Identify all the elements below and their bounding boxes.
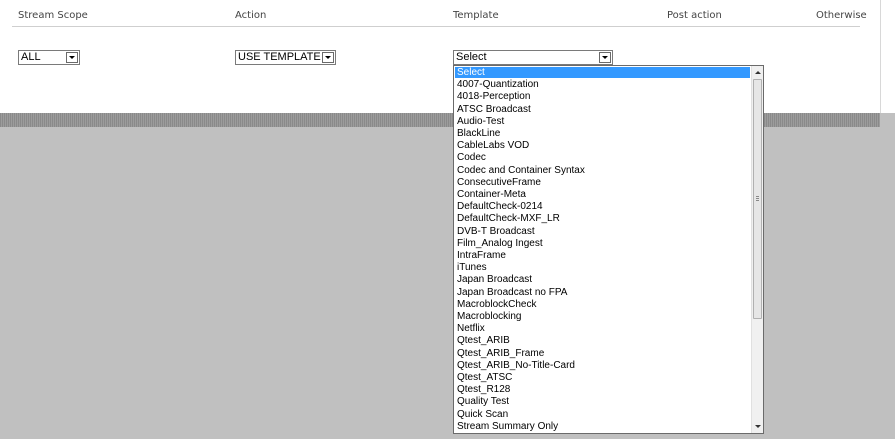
scrollbar-thumb[interactable]	[753, 79, 762, 319]
template-option[interactable]: Quality Test	[455, 396, 750, 407]
template-option[interactable]: Qtest_ARIB	[455, 335, 750, 346]
chevron-down-icon[interactable]	[322, 52, 334, 63]
template-option[interactable]: Quick Scan	[455, 409, 750, 420]
template-option[interactable]: Codec and Container Syntax	[455, 165, 750, 176]
header-post-action: Post action	[667, 10, 722, 21]
template-option[interactable]: 4007-Quantization	[455, 79, 750, 90]
action-select[interactable]: USE TEMPLATE	[235, 50, 336, 65]
chevron-down-icon[interactable]	[599, 52, 611, 63]
stream-scope-value: ALL	[21, 51, 41, 63]
template-option[interactable]: MacroblockCheck	[455, 299, 750, 310]
template-select[interactable]: Select	[453, 50, 613, 65]
stream-scope-select[interactable]: ALL	[18, 50, 80, 65]
template-option[interactable]: Container-Meta	[455, 189, 750, 200]
header-action: Action	[235, 10, 267, 21]
template-option[interactable]: ATSC Broadcast	[455, 104, 750, 115]
template-option[interactable]: IntraFrame	[455, 250, 750, 261]
template-option[interactable]: Japan Broadcast no FPA	[455, 287, 750, 298]
template-option[interactable]: BlackLine	[455, 128, 750, 139]
header-stream-scope: Stream Scope	[18, 10, 88, 21]
template-option[interactable]: Film_Analog Ingest	[455, 238, 750, 249]
template-option[interactable]: ConsecutiveFrame	[455, 177, 750, 188]
template-option[interactable]: DefaultCheck-0214	[455, 201, 750, 212]
header-otherwise: Otherwise	[816, 10, 867, 21]
dropdown-scrollbar[interactable]	[751, 66, 763, 433]
grip-icon	[756, 195, 759, 201]
template-option[interactable]: CableLabs VOD	[455, 140, 750, 151]
template-option[interactable]: Qtest_R128	[455, 384, 750, 395]
template-dropdown-list[interactable]: Select 4007-Quantization 4018-Perception AT…	[453, 65, 764, 434]
template-value: Select	[456, 51, 487, 63]
template-option[interactable]: Stream Summary Only	[455, 421, 750, 432]
template-option[interactable]: Select	[455, 67, 750, 78]
template-option[interactable]: Netflix	[455, 323, 750, 334]
template-option[interactable]: Qtest_ATSC	[455, 372, 750, 383]
header-template: Template	[453, 10, 499, 21]
template-option[interactable]: Codec	[455, 152, 750, 163]
header-divider	[12, 26, 860, 27]
template-option[interactable]: Qtest_ARIB_Frame	[455, 348, 750, 359]
template-option[interactable]: Macroblocking	[455, 311, 750, 322]
scroll-up-arrow-icon[interactable]	[752, 67, 763, 78]
chevron-down-icon[interactable]	[66, 52, 78, 63]
page-scroll-strip	[880, 0, 895, 113]
template-option[interactable]: 4018-Perception	[455, 91, 750, 102]
template-option[interactable]: Qtest_ARIB_No-Title-Card	[455, 360, 750, 371]
template-option[interactable]: Japan Broadcast	[455, 274, 750, 285]
template-option[interactable]: iTunes	[455, 262, 750, 273]
template-option[interactable]: Audio-Test	[455, 116, 750, 127]
action-value: USE TEMPLATE	[238, 51, 321, 63]
template-option[interactable]: DefaultCheck-MXF_LR	[455, 213, 750, 224]
scroll-down-arrow-icon[interactable]	[752, 421, 763, 432]
template-option[interactable]: DVB-T Broadcast	[455, 226, 750, 237]
